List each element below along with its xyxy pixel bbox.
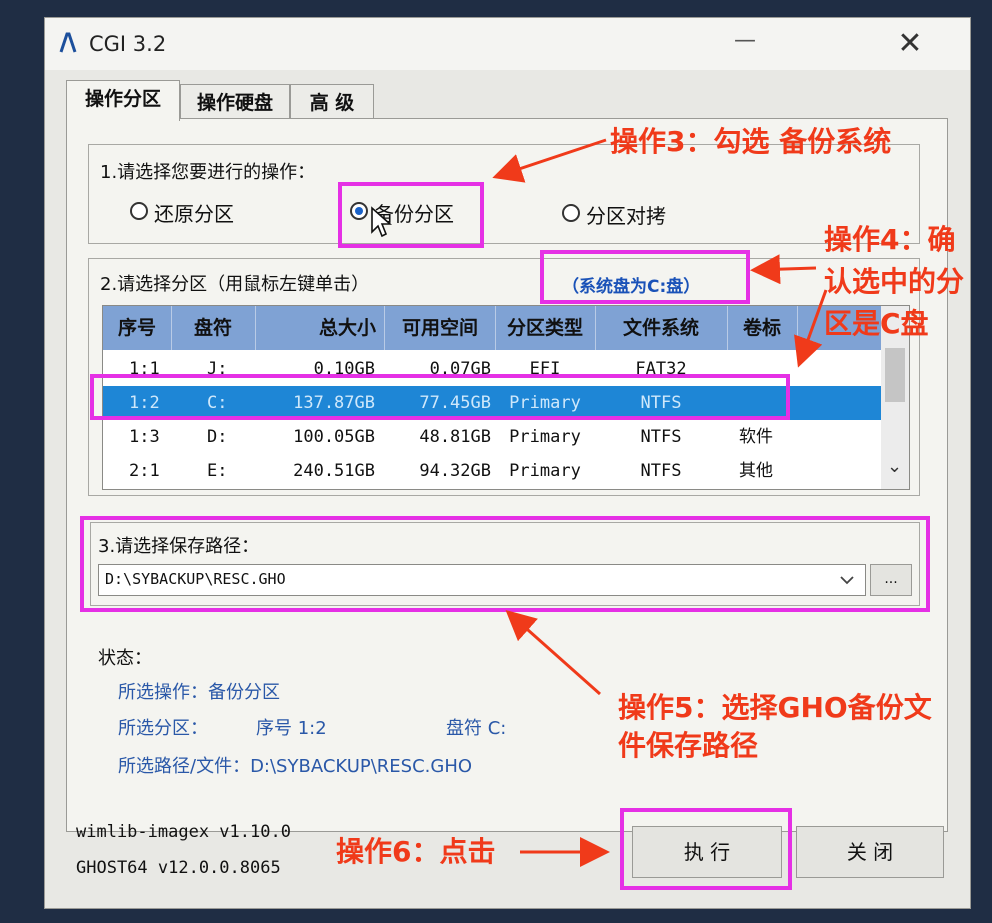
annotation-op5-line1: 操作5：选择GHO备份文: [618, 691, 932, 724]
annotation-op4-line3: 区是C盘: [824, 307, 929, 340]
annotation-op6: 操作6：点击: [336, 835, 496, 868]
tab-operate-partition[interactable]: 操作分区: [66, 80, 180, 121]
annotation-op4-line1: 操作4：确: [824, 223, 956, 256]
annotation-op5-line2: 件保存路径: [618, 729, 759, 762]
annotation-op3: 操作3：勾选 备份系统: [610, 125, 892, 158]
annotation-op4-line2: 认选中的分: [824, 265, 965, 298]
